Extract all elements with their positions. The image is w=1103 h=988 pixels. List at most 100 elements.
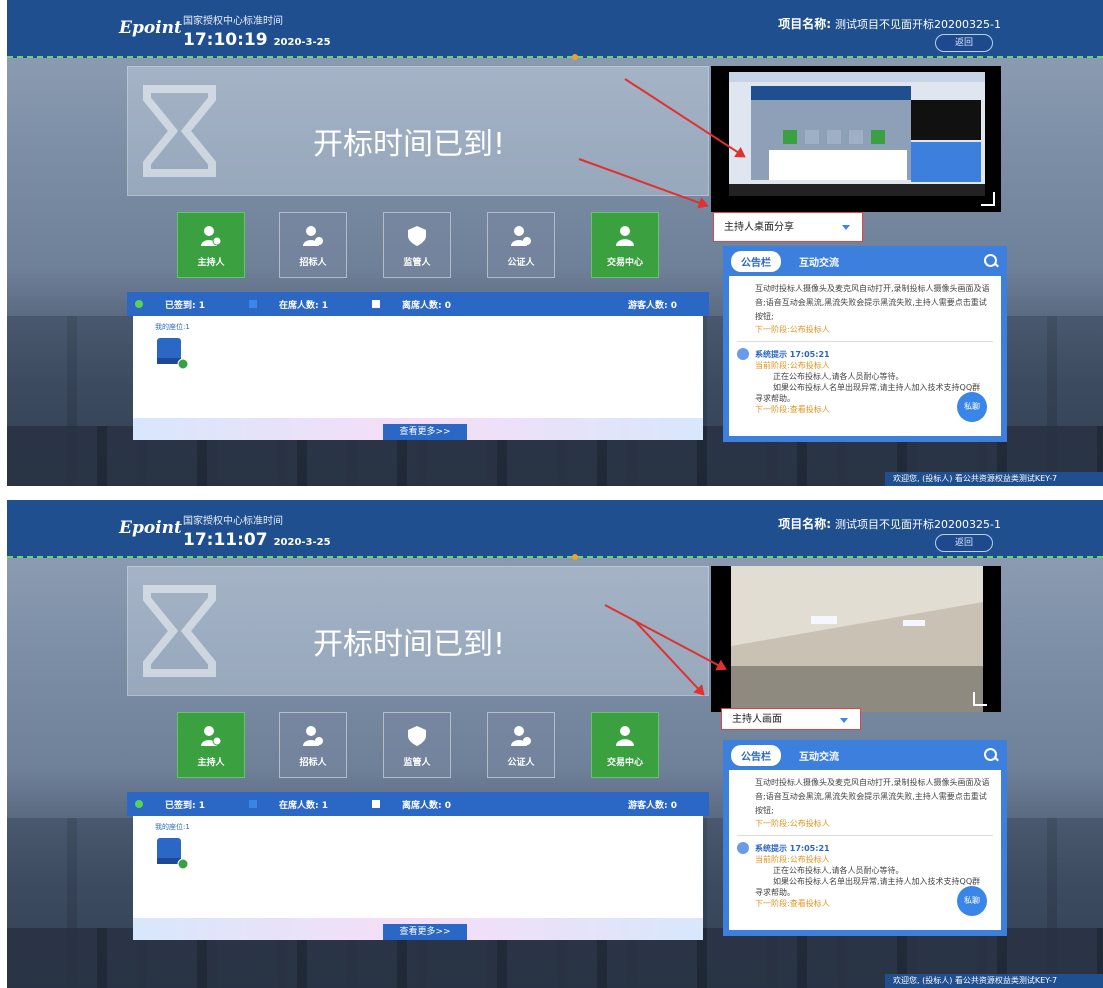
back-button[interactable]: 返回	[935, 534, 993, 552]
next-stage: 下一阶段:公布投标人	[755, 819, 830, 828]
clock-time: 17:10:19	[183, 30, 268, 50]
view-select[interactable]: 主持人桌面分享	[713, 212, 863, 242]
notice-panel: 公告栏 互动交流 互动时投标人摄像头及麦克风自动打开,录制投标人摄像头画面及语音…	[723, 740, 1007, 936]
present-count: 在席人数: 1	[249, 298, 350, 311]
project-title: 项目名称: 测试项目不见面开标20200325-1	[778, 15, 1001, 32]
notice-content: 互动时投标人摄像头及麦克风自动打开,录制投标人摄像头画面及语音;语音互动会黑流,…	[729, 770, 1001, 930]
check-icon	[135, 800, 143, 808]
next-stage: 下一阶段:公布投标人	[755, 325, 830, 334]
role-tenderer[interactable]: 招标人	[279, 212, 347, 278]
role-host[interactable]: 主持人	[177, 212, 245, 278]
signed-text: 已签到: 1	[165, 800, 205, 811]
shield-icon	[408, 726, 426, 746]
view-select-value: 主持人桌面分享	[724, 222, 794, 233]
role-label: 主持人	[197, 758, 225, 768]
role-label: 主持人	[197, 258, 225, 268]
visitor-count: 游客人数: 0	[628, 800, 677, 811]
top-bar: Epoint 国家授权中心标准时间 17:11:07 2020-3-25 项目名称…	[7, 500, 1103, 558]
signed-text: 已签到: 1	[165, 300, 205, 311]
visitor-count: 游客人数: 0	[628, 300, 677, 311]
system-message-header: 系统提示 17:05:21	[729, 842, 1001, 854]
present-text: 在席人数: 1	[279, 800, 328, 811]
video-preview	[711, 66, 1001, 212]
role-trade-center[interactable]: 交易中心	[591, 712, 659, 778]
divider	[737, 341, 993, 342]
tenderer-icon	[303, 726, 323, 746]
trade-center-icon	[616, 226, 634, 246]
hourglass-icon	[143, 85, 216, 177]
notice-tabs: 公告栏 互动交流	[723, 246, 1007, 276]
absent-text: 离席人数: 0	[402, 800, 451, 811]
bid-time-board: 开标时间已到!	[127, 566, 709, 696]
tab-notice[interactable]: 公告栏	[731, 250, 781, 272]
view-more-button[interactable]: 查看更多>>	[383, 924, 467, 940]
signed-count: 已签到: 1	[135, 798, 227, 811]
clock-time: 17:11:07	[183, 530, 268, 550]
tab-chat[interactable]: 互动交流	[789, 251, 849, 272]
search-icon[interactable]	[984, 748, 997, 761]
avatar-icon	[737, 842, 749, 854]
fullscreen-icon[interactable]	[981, 192, 995, 206]
time-source-label: 国家授权中心标准时间	[183, 16, 283, 27]
project-label: 项目名称:	[778, 517, 832, 531]
clock: 17:11:07 2020-3-25	[183, 530, 331, 550]
absent-text: 离席人数: 0	[402, 300, 451, 311]
role-host[interactable]: 主持人	[177, 712, 245, 778]
seat-area: 我的座位:1 查看更多>>	[133, 816, 703, 940]
private-chat-button[interactable]: 私聊	[957, 392, 987, 422]
search-icon[interactable]	[984, 254, 997, 267]
role-notary[interactable]: 公证人	[487, 212, 555, 278]
sign-in-header: 已签到: 1 在席人数: 1 离席人数: 0 游客人数: 0	[127, 292, 709, 316]
progress-dot	[572, 54, 578, 60]
notice-panel: 公告栏 互动交流 互动时投标人摄像头及麦克风自动打开,录制投标人摄像头画面及语音…	[723, 246, 1007, 442]
my-seat-label: 我的座位:1	[155, 323, 190, 331]
project-name: 测试项目不见面开标20200325-1	[835, 518, 1001, 531]
present-count: 在席人数: 1	[249, 798, 350, 811]
role-label: 招标人	[299, 258, 327, 268]
role-supervisor[interactable]: 监管人	[383, 212, 451, 278]
project-label: 项目名称:	[778, 17, 832, 31]
view-select[interactable]: 主持人画面	[721, 708, 861, 730]
back-button[interactable]: 返回	[935, 34, 993, 52]
chevron-down-icon	[840, 718, 848, 723]
top-bar: Epoint 国家授权中心标准时间 17:10:19 2020-3-25 项目名称…	[7, 0, 1103, 58]
clock: 17:10:19 2020-3-25	[183, 30, 331, 50]
private-chat-button[interactable]: 私聊	[957, 886, 987, 916]
role-notary[interactable]: 公证人	[487, 712, 555, 778]
present-text: 在席人数: 1	[279, 300, 328, 311]
video-preview	[711, 566, 1001, 712]
absent-count: 离席人数: 0	[372, 298, 473, 311]
tab-notice[interactable]: 公告栏	[731, 744, 781, 766]
notice-line: 如果公布投标人名单出现异常,请主持人加入技术支持QQ群	[773, 877, 981, 886]
notice-line: 如果公布投标人名单出现异常,请主持人加入技术支持QQ群	[773, 383, 981, 392]
view-select-value: 主持人画面	[732, 714, 782, 725]
sign-in-header: 已签到: 1 在席人数: 1 离席人数: 0 游客人数: 0	[127, 792, 709, 816]
role-tenderer[interactable]: 招标人	[279, 712, 347, 778]
bid-time-text: 开标时间已到!	[313, 127, 506, 162]
notice-content: 互动时投标人摄像头及麦克风自动打开,录制投标人摄像头画面及语音;语音互动会黑流,…	[729, 276, 1001, 436]
system-title: 系统提示 17:05:21	[755, 843, 830, 853]
absent-icon	[372, 800, 380, 808]
epoint-logo: Epoint	[119, 18, 182, 38]
notice-text: 互动时投标人摄像头及麦克风自动打开,录制投标人摄像头画面及语音;语音互动会黑流,…	[755, 284, 990, 321]
tenderer-icon	[303, 226, 323, 246]
role-supervisor[interactable]: 监管人	[383, 712, 451, 778]
system-message-header: 系统提示 17:05:21	[729, 348, 1001, 360]
bid-time-board: 开标时间已到!	[127, 66, 709, 196]
notary-icon	[511, 726, 531, 746]
chevron-down-icon	[842, 225, 850, 230]
seat-icon	[157, 838, 189, 870]
sign-in-panel: 已签到: 1 在席人数: 1 离席人数: 0 游客人数: 0 我的座位:1 查看…	[127, 792, 709, 940]
project-name: 测试项目不见面开标20200325-1	[835, 18, 1001, 31]
role-trade-center[interactable]: 交易中心	[591, 212, 659, 278]
host-icon	[201, 726, 222, 746]
screenshot-panel-2: Epoint 国家授权中心标准时间 17:11:07 2020-3-25 项目名称…	[7, 500, 1103, 988]
fullscreen-icon[interactable]	[973, 692, 987, 706]
view-more-button[interactable]: 查看更多>>	[383, 424, 467, 440]
time-source-label: 国家授权中心标准时间	[183, 516, 283, 527]
tab-chat[interactable]: 互动交流	[789, 745, 849, 766]
notice-line: 正在公布投标人,请各人员耐心等待。	[773, 372, 904, 381]
role-label: 监管人	[403, 258, 431, 268]
notice-line: 正在公布投标人,请各人员耐心等待。	[773, 866, 904, 875]
role-label: 公证人	[507, 758, 535, 768]
